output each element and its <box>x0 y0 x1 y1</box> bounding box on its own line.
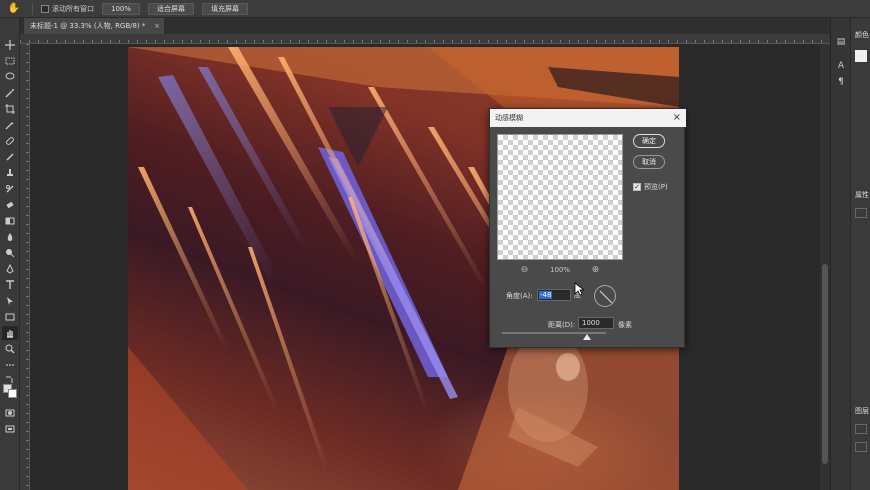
divider <box>32 2 33 15</box>
hand-icon[interactable] <box>2 326 18 340</box>
eraser-icon[interactable] <box>2 198 18 212</box>
layers-mode-box[interactable] <box>855 442 867 452</box>
character-panel-icon[interactable]: A <box>835 60 847 72</box>
gradient-icon[interactable] <box>2 214 18 228</box>
zoom-level: 100% <box>549 266 570 274</box>
layers-panel-title[interactable]: 图层 <box>855 406 869 416</box>
right-panels: 颜色 属性 图层 <box>851 18 870 490</box>
preview-label: 预览(P) <box>644 183 668 191</box>
move-icon[interactable] <box>2 38 18 52</box>
more-icon[interactable] <box>2 358 18 372</box>
path-select-icon[interactable] <box>2 294 18 308</box>
angle-input[interactable]: -48 <box>537 289 571 301</box>
properties-box <box>855 208 867 218</box>
screen-mode-icon[interactable] <box>2 422 18 436</box>
mouse-cursor-icon <box>574 282 584 296</box>
horizontal-ruler <box>20 34 830 44</box>
blur-icon[interactable] <box>2 230 18 244</box>
ok-button[interactable]: 确定 <box>633 134 665 148</box>
magic-wand-icon[interactable] <box>2 86 18 100</box>
history-brush-icon[interactable] <box>2 182 18 196</box>
distance-unit: 像素 <box>618 321 632 329</box>
pen-icon[interactable] <box>2 262 18 276</box>
angle-value[interactable]: -48 <box>539 291 553 299</box>
marquee-icon[interactable] <box>2 54 18 68</box>
preview-checkbox[interactable]: ✓ 预览(P) <box>633 182 668 192</box>
stamp-icon[interactable] <box>2 166 18 180</box>
layers-search-box[interactable] <box>855 424 867 434</box>
tools-panel <box>0 18 20 490</box>
options-bar: ✋ 滚动所有窗口 100% 适合屏幕 填充屏幕 <box>0 0 870 18</box>
scroll-all-windows-label: 滚动所有窗口 <box>52 4 94 13</box>
distance-label: 距离(D): <box>548 321 576 329</box>
foreground-color-swatch[interactable] <box>855 50 867 62</box>
cancel-button[interactable]: 取消 <box>633 155 665 169</box>
crop-icon[interactable] <box>2 102 18 116</box>
panel-icon-strip: ▤ A ¶ <box>830 18 850 490</box>
hand-tool-preset-icon[interactable]: ✋ <box>0 0 28 18</box>
filter-preview[interactable] <box>497 134 623 260</box>
fill-screen-button[interactable]: 填充屏幕 <box>202 2 249 15</box>
distance-input[interactable]: 1000 <box>578 317 614 329</box>
dialog-title-bar[interactable]: 动感模糊 × <box>490 109 686 127</box>
color-swatches-icon[interactable] <box>3 384 17 398</box>
vertical-scrollbar[interactable] <box>820 44 830 490</box>
eyedropper-icon[interactable] <box>2 118 18 132</box>
fit-screen-button[interactable]: 适合屏幕 <box>148 2 195 15</box>
zoom-100-button[interactable]: 100% <box>102 2 141 15</box>
zoom-icon[interactable] <box>2 342 18 356</box>
properties-panel-title[interactable]: 属性 <box>855 190 869 200</box>
document-tab-title: 未标题-1 @ 33.3% (人物, RGB/8) * <box>30 22 146 30</box>
angle-dial-line-icon <box>599 290 613 304</box>
history-panel-icon[interactable]: ▤ <box>835 36 847 48</box>
shape-icon[interactable] <box>2 310 18 324</box>
preview-zoom-controls: ⊖ 100% ⊕ <box>520 265 600 275</box>
paragraph-panel-icon[interactable]: ¶ <box>835 76 847 88</box>
quick-mask-icon[interactable] <box>2 406 18 420</box>
zoom-in-icon[interactable]: ⊕ <box>591 265 600 275</box>
document-tab-bar: 未标题-1 @ 33.3% (人物, RGB/8) * × <box>20 18 830 34</box>
vertical-ruler <box>20 44 30 490</box>
healing-icon[interactable] <box>2 134 18 148</box>
color-panel-title[interactable]: 颜色 <box>855 30 869 40</box>
checkbox-box[interactable] <box>41 4 49 13</box>
distance-slider-thumb[interactable] <box>583 334 591 340</box>
check-icon[interactable]: ✓ <box>633 183 641 191</box>
zoom-out-icon[interactable]: ⊖ <box>520 265 529 275</box>
angle-label: 角度(A): <box>506 292 533 300</box>
type-icon[interactable] <box>2 278 18 292</box>
close-icon[interactable]: × <box>673 109 681 127</box>
scroll-all-windows-checkbox[interactable]: 滚动所有窗口 <box>41 4 94 14</box>
lasso-icon[interactable] <box>2 70 18 84</box>
brush-icon[interactable] <box>2 150 18 164</box>
scrollbar-thumb[interactable] <box>822 264 828 464</box>
dialog-title: 动感模糊 <box>495 114 523 122</box>
dodge-icon[interactable] <box>2 246 18 260</box>
close-tab-icon[interactable]: × <box>154 18 160 34</box>
document-tab[interactable]: 未标题-1 @ 33.3% (人物, RGB/8) * × <box>24 18 164 34</box>
angle-dial[interactable] <box>594 285 616 307</box>
motion-blur-dialog: 动感模糊 × 确定 取消 ✓ 预览(P) ⊖ 100% ⊕ 角度(A): -48… <box>489 108 686 348</box>
